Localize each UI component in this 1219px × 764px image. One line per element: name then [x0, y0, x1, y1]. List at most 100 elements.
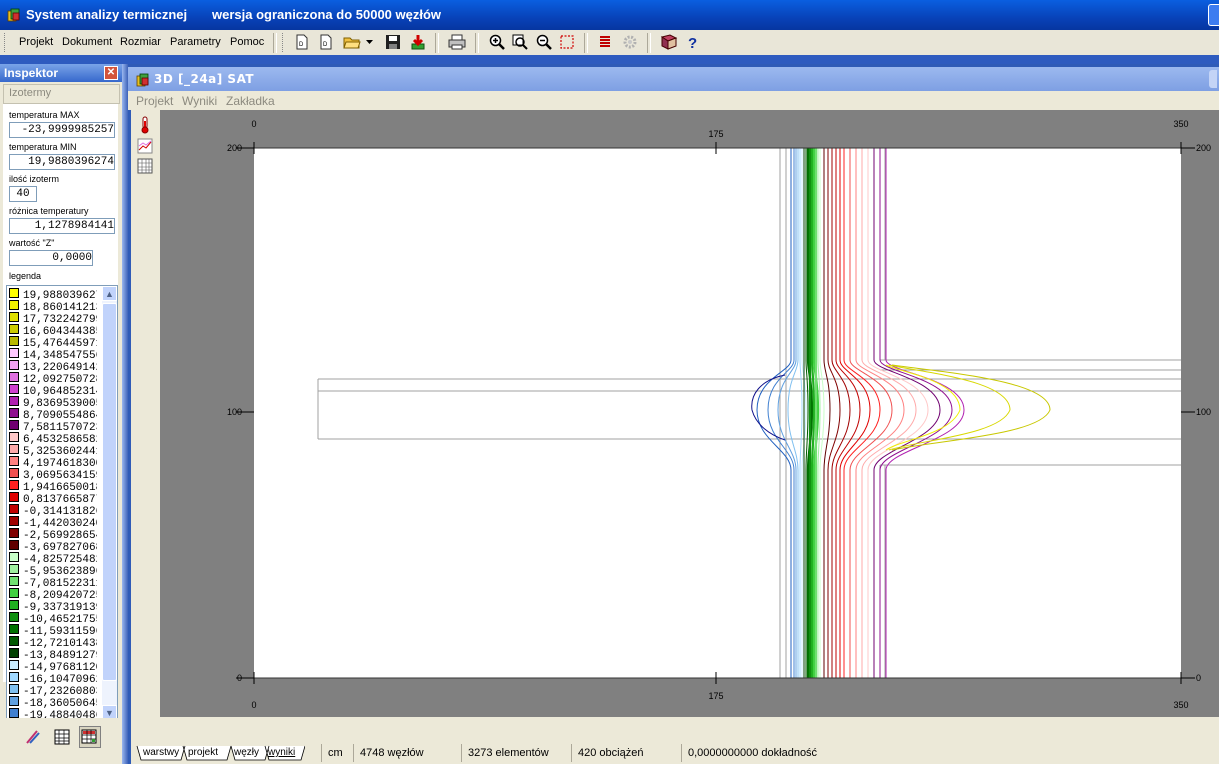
temp-diff-field[interactable]: 1,1278984141 — [9, 218, 115, 234]
tab-wyniki[interactable]: wyniki — [268, 747, 295, 758]
legend-item[interactable]: -17,2326080379 — [9, 684, 97, 696]
isotherm-plot[interactable]: 0 175 350 175 0 350 200 100 0 200 100 0 — [160, 110, 1219, 717]
scrollbar-thumb[interactable] — [102, 303, 117, 681]
grid-table-icon[interactable] — [53, 728, 71, 746]
legend-item[interactable]: -2,5699286546 — [9, 528, 97, 540]
legend-item[interactable]: 5,3253602441 — [9, 444, 97, 456]
menu-rozmiar[interactable]: Rozmiar — [120, 36, 161, 48]
menu-pomoc[interactable]: Pomoc — [230, 36, 264, 48]
toolbar-separator — [273, 33, 277, 53]
legend-item[interactable]: -7,0815223110 — [9, 576, 97, 588]
legend-swatch — [9, 540, 19, 550]
legend-value: -5,9536238969 — [23, 566, 97, 576]
legend-item[interactable]: 7,5811570723 — [9, 420, 97, 432]
toolbar-grip[interactable] — [4, 33, 8, 52]
iso-count-field[interactable]: 40 — [9, 186, 37, 202]
legend-item[interactable]: 0,8137665877 — [9, 492, 97, 504]
legend-item[interactable]: -4,8257254828 — [9, 552, 97, 564]
mesh-grid-icon[interactable] — [137, 158, 153, 174]
tab-izotermy[interactable]: Izotermy — [3, 84, 120, 104]
help-icon[interactable]: ? — [684, 33, 702, 51]
legend-item[interactable]: 19,9880396274 — [9, 288, 97, 300]
legend-swatch — [9, 672, 19, 682]
tab-warstwy[interactable]: warstwy — [143, 747, 179, 758]
app-logo-icon — [7, 8, 20, 22]
legend-item[interactable]: -5,9536238969 — [9, 564, 97, 576]
legend-swatch — [9, 456, 19, 466]
legend-item[interactable]: -10,4652175533 — [9, 612, 97, 624]
child-menu-projekt[interactable]: Projekt — [136, 94, 173, 108]
legend-item[interactable]: -16,1047096238 — [9, 672, 97, 684]
legend-item[interactable]: 10,9648523146 — [9, 384, 97, 396]
legend-scrollbar[interactable]: ▲ ▼ — [102, 286, 117, 720]
temp-max-field[interactable]: -23,9999985257 — [9, 122, 115, 138]
legend-item[interactable]: -1,4420302405 — [9, 516, 97, 528]
legend-item[interactable]: -12,7210143815 — [9, 636, 97, 648]
z-value-field[interactable]: 0,0000 — [9, 250, 93, 266]
legend-item[interactable]: 14,3485475569 — [9, 348, 97, 360]
legend-item[interactable]: 8,7090554864 — [9, 408, 97, 420]
zoom-out-icon[interactable] — [535, 33, 553, 51]
draw-pen-icon[interactable] — [24, 728, 42, 746]
legend-item[interactable]: -8,2094207251 — [9, 588, 97, 600]
legend-item[interactable]: 9,8369539005 — [9, 396, 97, 408]
legend-item[interactable]: -13,8489127956 — [9, 648, 97, 660]
child-menu-zakladka[interactable]: Zakładka — [226, 94, 275, 108]
legend-value: -14,9768112097 — [23, 662, 97, 672]
isolines-chart-icon[interactable] — [137, 138, 153, 154]
legend-item[interactable]: 3,0695634159 — [9, 468, 97, 480]
menu-dokument[interactable]: Dokument — [62, 36, 112, 48]
save-icon[interactable] — [384, 33, 402, 51]
tab-wezly[interactable]: węzły — [234, 747, 259, 758]
legend-item[interactable]: -9,3373191392 — [9, 600, 97, 612]
legend-item[interactable]: -11,5931159674 — [9, 624, 97, 636]
legend-item[interactable]: 18,8601412133 — [9, 300, 97, 312]
legend-item[interactable]: 6,4532586582 — [9, 432, 97, 444]
menu-projekt[interactable]: Projekt — [19, 36, 53, 48]
close-icon[interactable]: ✕ — [104, 66, 118, 80]
grid-colored-icon[interactable] — [79, 726, 101, 748]
chevron-up-icon[interactable]: ▲ — [102, 286, 117, 301]
legend-item[interactable]: -18,3605064520 — [9, 696, 97, 708]
print-icon[interactable] — [448, 33, 466, 51]
zoom-window-icon[interactable] — [511, 33, 529, 51]
legend-item[interactable]: -3,6978270687 — [9, 540, 97, 552]
zoom-in-icon[interactable] — [488, 33, 506, 51]
legend-item[interactable]: 1,9416650018 — [9, 480, 97, 492]
book-icon[interactable] — [660, 33, 678, 51]
open-folder-icon[interactable] — [343, 33, 361, 51]
export-icon[interactable] — [409, 33, 427, 51]
drawing-canvas[interactable]: 0 175 350 175 0 350 200 100 0 200 100 0 — [160, 110, 1219, 717]
select-region-icon[interactable] — [558, 33, 576, 51]
legend-item[interactable]: 15,4764459710 — [9, 336, 97, 348]
toolbar-grip[interactable] — [282, 33, 286, 52]
legend-item[interactable]: -0,3141318264 — [9, 504, 97, 516]
settings-gear-icon[interactable] — [621, 33, 639, 51]
tab-projekt[interactable]: projekt — [188, 747, 218, 758]
legend-item[interactable]: 13,2206491428 — [9, 360, 97, 372]
temp-min-field[interactable]: 19,9880396274 — [9, 154, 115, 170]
legend-swatch — [9, 600, 19, 610]
workspace: 0 175 350 175 0 350 200 100 0 200 100 0 — [131, 110, 1219, 742]
new-document-alt-icon[interactable]: D — [317, 33, 335, 51]
legend-swatch — [9, 528, 19, 538]
thermometer-icon[interactable] — [137, 116, 153, 134]
dropdown-arrow-icon[interactable] — [364, 33, 374, 51]
legend-value: 16,6043443851 — [23, 326, 97, 336]
child-menu-wyniki[interactable]: Wyniki — [182, 94, 217, 108]
menu-parametry[interactable]: Parametry — [170, 36, 221, 48]
child-window-control-button[interactable] — [1209, 70, 1217, 88]
status-elements: 3273 elementów — [461, 744, 568, 762]
legend-item[interactable]: -14,9768112097 — [9, 660, 97, 672]
legend-item[interactable]: 4,1974618300 — [9, 456, 97, 468]
legend-list[interactable]: 19,9880396274 18,8601412133 17,7322427992 1… — [6, 285, 118, 721]
x-tick-bottom-175: 175 — [708, 691, 723, 701]
layers-icon[interactable] — [596, 33, 614, 51]
legend-item[interactable]: 16,6043443851 — [9, 324, 97, 336]
window-minimize-button[interactable] — [1208, 4, 1219, 26]
svg-text:D: D — [299, 42, 304, 48]
legend-item[interactable]: 17,7322427992 — [9, 312, 97, 324]
legend-item[interactable]: 12,0927507287 — [9, 372, 97, 384]
new-document-icon[interactable]: D — [293, 33, 311, 51]
temp-min-label: temperatura MIN — [9, 142, 77, 152]
